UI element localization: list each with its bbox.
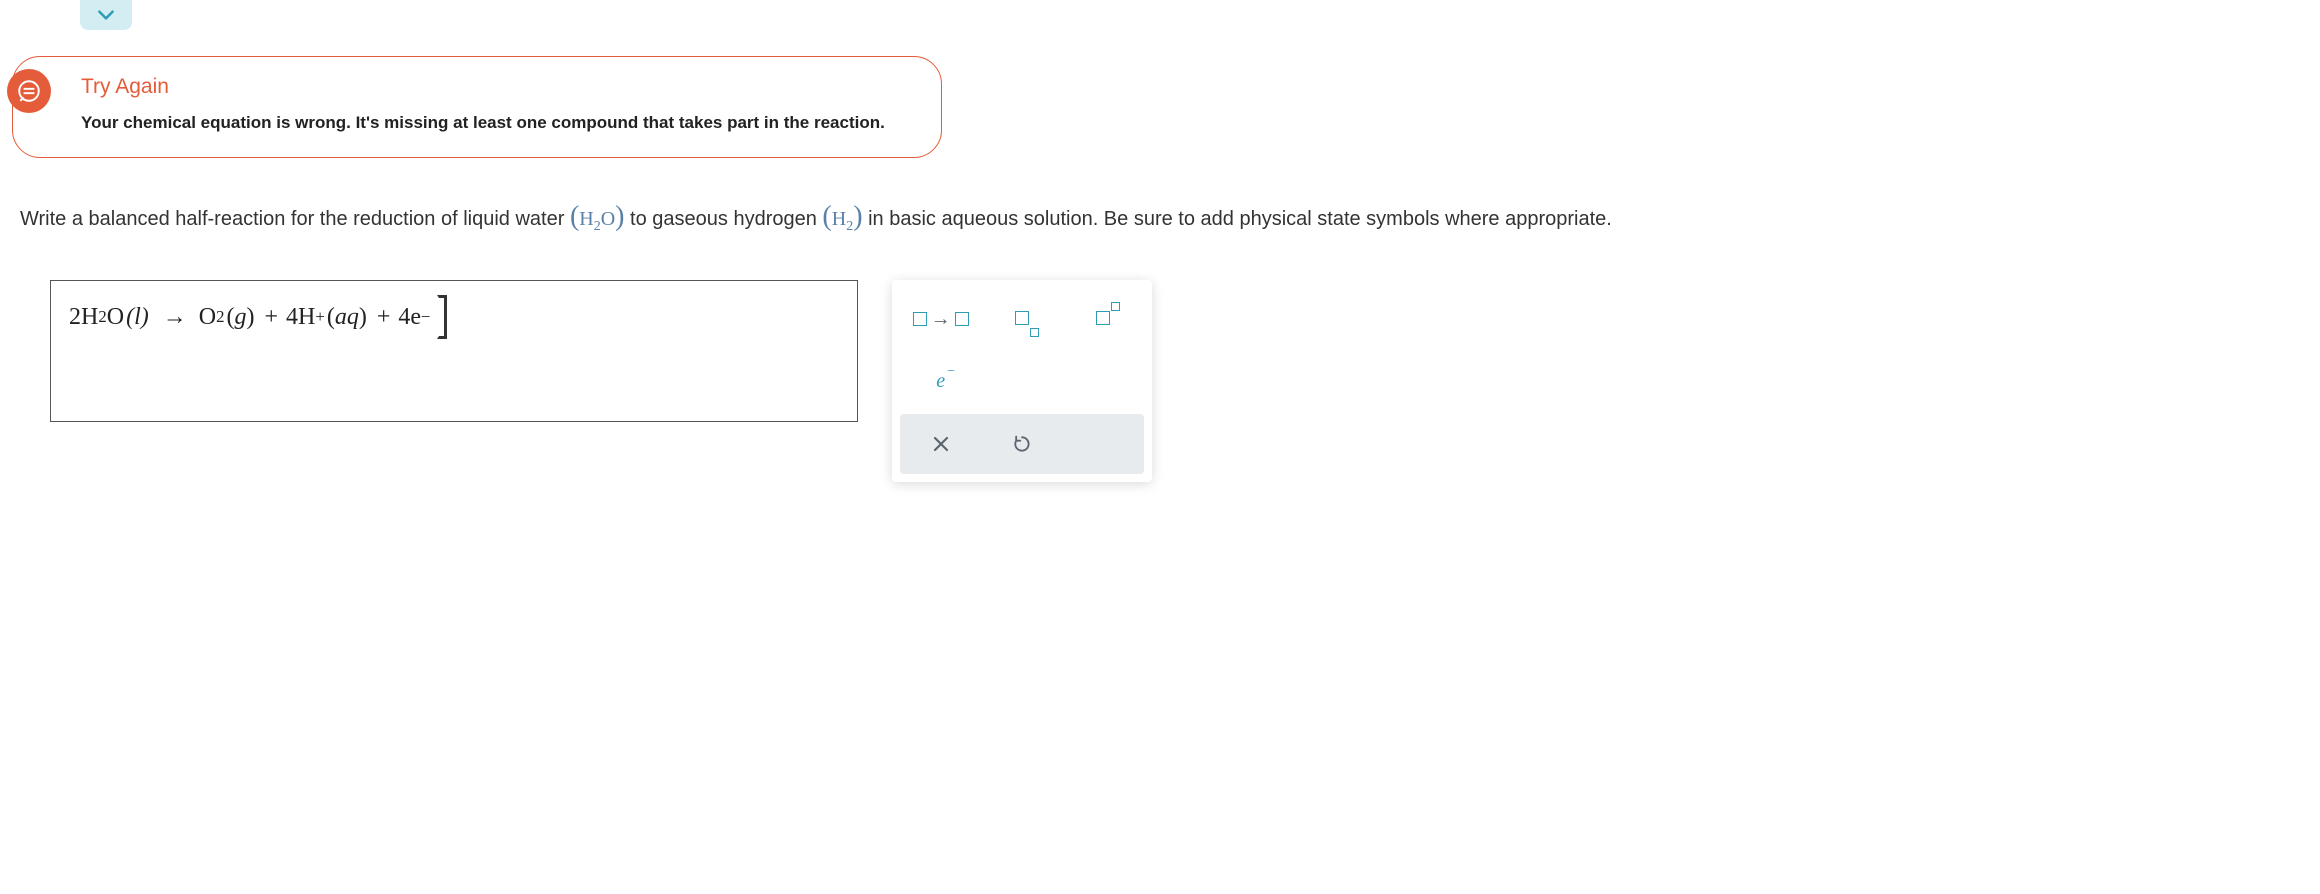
answer-row: 2H2O(l) → O2(g) + 4H+(aq) + 4e− →	[50, 280, 2300, 482]
text-cursor	[437, 295, 447, 339]
reset-icon	[1012, 434, 1032, 454]
question-part2: to gaseous hydrogen	[625, 208, 823, 230]
question-part3: in basic aqueous solution. Be sure to ad…	[863, 208, 1612, 230]
expand-button[interactable]	[80, 0, 132, 30]
formula-h2: (H2)	[822, 208, 862, 230]
palette-electron-button[interactable]: e	[900, 350, 981, 412]
feedback-title: Try Again	[81, 75, 911, 99]
palette-superscript-button[interactable]	[1063, 288, 1144, 350]
question-part1: Write a balanced half-reaction for the r…	[20, 208, 570, 230]
feedback-message: Your chemical equation is wrong. It's mi…	[81, 113, 911, 133]
chevron-down-icon	[96, 8, 116, 22]
palette: → e	[892, 280, 1152, 482]
equation-input[interactable]: 2H2O(l) → O2(g) + 4H+(aq) + 4e−	[50, 280, 858, 422]
close-icon	[932, 435, 950, 453]
palette-clear-button[interactable]	[900, 414, 981, 474]
palette-subscript-button[interactable]	[981, 288, 1062, 350]
question-text: Write a balanced half-reaction for the r…	[20, 192, 2300, 242]
feedback-box: Try Again Your chemical equation is wron…	[12, 56, 942, 158]
palette-arrow-button[interactable]: →	[900, 288, 981, 350]
formula-h2o: (H2O)	[570, 208, 625, 230]
feedback-icon	[7, 69, 51, 113]
palette-reset-button[interactable]	[981, 414, 1062, 474]
